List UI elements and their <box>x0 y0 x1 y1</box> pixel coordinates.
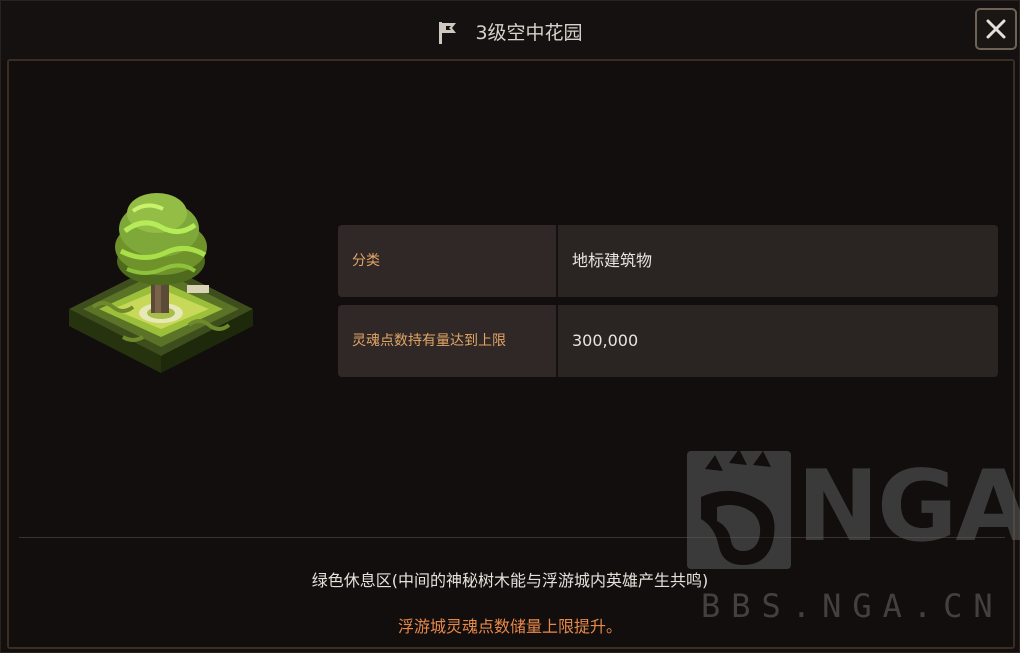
window-header: 3级空中花园 <box>1 1 1019 61</box>
close-icon <box>986 19 1006 39</box>
info-row-soul-cap: 灵魂点数持有量达到上限 300,000 <box>338 305 998 377</box>
building-effect: 浮游城灵魂点数储量上限提升。 <box>397 617 622 636</box>
row-divider <box>556 225 558 297</box>
soul-cap-label: 灵魂点数持有量达到上限 <box>338 305 556 377</box>
section-divider <box>19 537 1005 538</box>
building-description: 绿色休息区(中间的神秘树木能与浮游城内英雄产生共鸣) <box>311 571 709 590</box>
row-divider <box>556 305 558 377</box>
flag-icon <box>437 21 459 45</box>
category-value: 地标建筑物 <box>572 251 653 270</box>
close-button[interactable] <box>975 8 1017 50</box>
info-row-category: 分类 地标建筑物 <box>338 225 998 297</box>
window-title: 3级空中花园 <box>475 21 583 44</box>
sky-garden-building-image <box>69 193 253 373</box>
title-bar: 3级空中花园 <box>1 19 1019 46</box>
soul-cap-value: 300,000 <box>572 331 639 350</box>
category-label: 分类 <box>338 225 556 297</box>
building-info-window: 3级空中花园 分类 地标建筑物 灵魂点数持有量达到上限 300,000 绿色休息… <box>0 0 1020 653</box>
